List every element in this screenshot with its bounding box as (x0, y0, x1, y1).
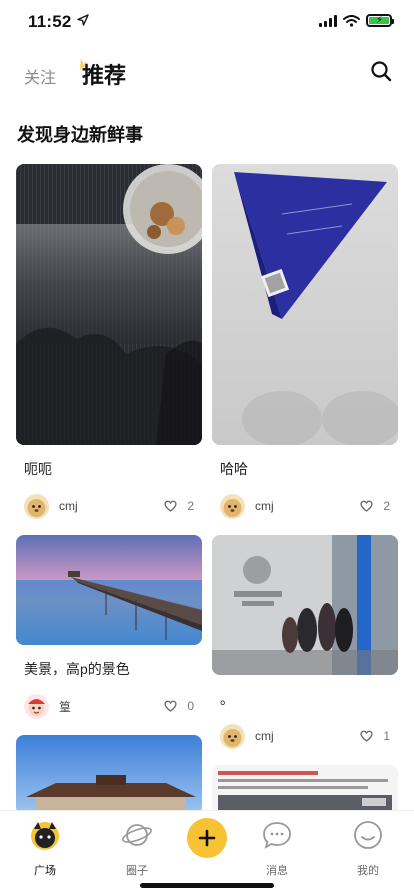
post-title: 呃呃 (24, 461, 52, 477)
tab-label: 圈子 (126, 865, 148, 877)
post-card[interactable]: 。 cmj 1 (212, 535, 398, 749)
home-indicator (140, 883, 274, 888)
like-count: 0 (187, 699, 194, 713)
author-name: 篁 (59, 699, 72, 714)
message-bubble-icon (263, 822, 291, 849)
square-icon (31, 822, 59, 850)
post-image[interactable] (212, 164, 398, 445)
create-post-button[interactable] (187, 818, 227, 858)
post-meta: 篁 0 (16, 693, 202, 719)
section-title: 发现身边新鲜事 (17, 125, 143, 145)
heart-icon (360, 730, 373, 742)
tab-recommend[interactable]: 推荐 (82, 58, 126, 90)
like-button[interactable]: 0 (164, 699, 194, 713)
avatar[interactable] (24, 693, 49, 719)
avatar[interactable] (220, 493, 245, 519)
post-image[interactable] (212, 765, 398, 815)
like-button[interactable]: 1 (360, 729, 390, 743)
like-count: 2 (383, 499, 390, 513)
post-meta: cmj 1 (212, 723, 398, 749)
heart-icon (360, 500, 373, 512)
post-meta: cmj 2 (212, 493, 398, 519)
post-title: 哈哈 (220, 461, 248, 477)
tab-label: 我的 (357, 865, 379, 877)
heart-icon (164, 700, 177, 712)
heart-icon (164, 500, 177, 512)
planet-icon (122, 824, 152, 846)
search-icon[interactable] (370, 60, 392, 82)
wifi-icon (343, 14, 360, 27)
post-card[interactable] (212, 765, 398, 815)
profile-face-icon (354, 821, 382, 849)
like-count: 1 (383, 729, 390, 743)
location-arrow-icon (77, 14, 89, 26)
post-image[interactable] (16, 735, 202, 815)
tab-circle[interactable]: 圈子 (107, 819, 167, 878)
plus-icon (198, 829, 216, 847)
post-card[interactable]: 呃呃 cmj 2 (16, 164, 202, 519)
post-title: 美景，高p的景色 (24, 661, 130, 677)
like-button[interactable]: 2 (164, 499, 194, 513)
post-image[interactable] (16, 535, 202, 645)
status-time: 11:52 (28, 12, 72, 31)
tab-square[interactable]: 广场 (15, 819, 75, 878)
tab-label: 广场 (34, 865, 56, 877)
tab-follow[interactable]: 关注 (24, 64, 56, 88)
tab-messages[interactable]: 消息 (247, 819, 307, 878)
post-card[interactable]: 美景，高p的景色 篁 0 (16, 535, 202, 719)
battery-icon: ⚡ (366, 14, 394, 27)
tab-mine[interactable]: 我的 (338, 819, 398, 878)
top-header: 关注 推荐 (0, 52, 414, 96)
post-title: 。 (220, 691, 234, 707)
post-image[interactable] (16, 164, 202, 445)
post-meta: cmj 2 (16, 493, 202, 519)
author-name: cmj (59, 499, 78, 513)
post-card[interactable] (16, 735, 202, 815)
avatar[interactable] (24, 493, 49, 519)
avatar[interactable] (220, 723, 245, 749)
tab-label: 消息 (266, 865, 288, 877)
like-button[interactable]: 2 (360, 499, 390, 513)
post-image[interactable] (212, 535, 398, 675)
author-name: cmj (255, 729, 274, 743)
author-name: cmj (255, 499, 274, 513)
bottom-tabbar: 广场 圈子 消息 我的 (0, 810, 414, 896)
status-bar: 11:52 ⚡ (0, 0, 414, 44)
like-count: 2 (187, 499, 194, 513)
post-card[interactable]: 哈哈 cmj 2 (212, 164, 398, 519)
signal-icon (319, 14, 337, 27)
